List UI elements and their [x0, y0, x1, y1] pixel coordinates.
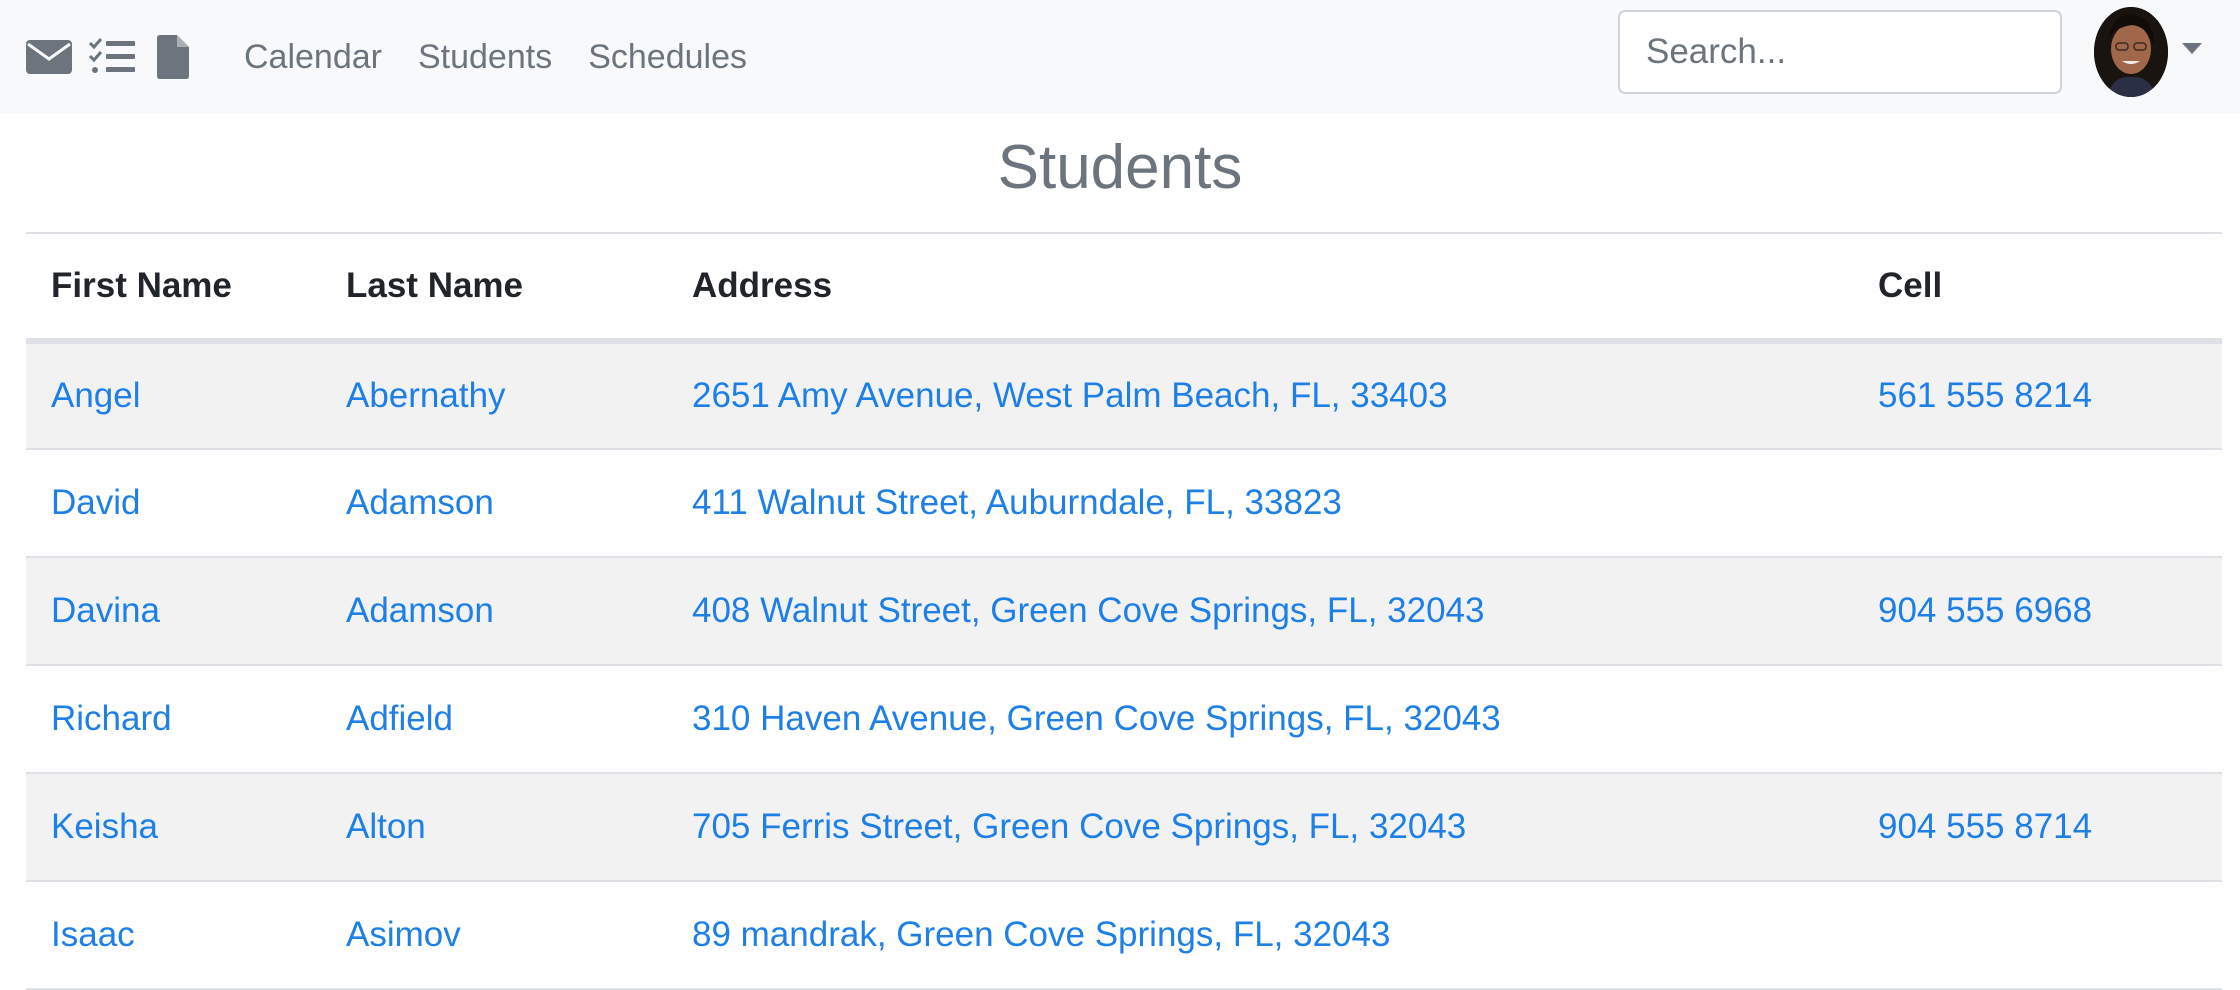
cell-last-name: Adamson [321, 557, 667, 665]
user-menu-toggle[interactable] [2094, 6, 2204, 98]
cell-first-name: Davina [26, 557, 321, 665]
student-first-name-link[interactable]: Davina [51, 591, 160, 630]
cell-last-name: Asimov [321, 881, 667, 989]
cell-address: 408 Walnut Street, Green Cove Springs, F… [667, 557, 1853, 665]
cell-address: 411 Walnut Street, Auburndale, FL, 33823 [667, 449, 1853, 557]
student-first-name-link[interactable]: Isaac [51, 915, 135, 954]
table-row: Richard Adfield 310 Haven Avenue, Green … [26, 665, 2222, 773]
nav-link-students[interactable]: Students [418, 40, 552, 74]
cell-cell-phone [1853, 665, 2222, 773]
student-address-link[interactable]: 310 Haven Avenue, Green Cove Springs, FL… [692, 699, 1501, 738]
student-last-name-link[interactable]: Asimov [346, 915, 461, 954]
table-row: David Adamson 411 Walnut Street, Auburnd… [26, 449, 2222, 557]
cell-last-name: Adfield [321, 665, 667, 773]
student-last-name-link[interactable]: Alton [346, 807, 426, 846]
checklist-icon[interactable] [88, 35, 136, 79]
user-avatar[interactable] [2094, 7, 2168, 97]
column-header-address: Address [667, 233, 1853, 344]
cell-cell-phone: 904 555 6968 [1853, 557, 2222, 665]
table-body: Angel Abernathy 2651 Amy Avenue, West Pa… [26, 341, 2222, 989]
student-first-name-link[interactable]: David [51, 483, 140, 522]
cell-cell-phone [1853, 449, 2222, 557]
cell-first-name: David [26, 449, 321, 557]
cell-last-name: Abernathy [321, 341, 667, 449]
student-last-name-link[interactable]: Adamson [346, 591, 494, 630]
student-first-name-link[interactable]: Angel [51, 376, 141, 415]
cell-first-name: Keisha [26, 773, 321, 881]
nav-link-calendar[interactable]: Calendar [244, 40, 382, 74]
table-row: Isaac Asimov 89 mandrak, Green Cove Spri… [26, 881, 2222, 989]
search-input[interactable] [1618, 10, 2062, 94]
student-address-link[interactable]: 89 mandrak, Green Cove Springs, FL, 3204… [692, 915, 1390, 954]
cell-first-name: Isaac [26, 881, 321, 989]
cell-first-name: Richard [26, 665, 321, 773]
cell-address: 2651 Amy Avenue, West Palm Beach, FL, 33… [667, 341, 1853, 449]
student-address-link[interactable]: 408 Walnut Street, Green Cove Springs, F… [692, 591, 1484, 630]
student-cell-link[interactable]: 904 555 8714 [1878, 807, 2092, 846]
student-address-link[interactable]: 411 Walnut Street, Auburndale, FL, 33823 [692, 483, 1342, 522]
cell-cell-phone [1853, 881, 2222, 989]
top-navbar: Calendar Students Schedules [0, 0, 2240, 114]
table-header-row: First Name Last Name Address Cell [26, 233, 2222, 344]
cell-cell-phone: 904 555 8714 [1853, 773, 2222, 881]
student-cell-link[interactable]: 561 555 8214 [1878, 376, 2092, 415]
cell-address: 705 Ferris Street, Green Cove Springs, F… [667, 773, 1853, 881]
student-last-name-link[interactable]: Abernathy [346, 376, 506, 415]
cell-last-name: Adamson [321, 449, 667, 557]
document-icon[interactable] [156, 34, 190, 80]
nav-icon-group [26, 34, 190, 80]
student-first-name-link[interactable]: Keisha [51, 807, 158, 846]
table-row: Angel Abernathy 2651 Amy Avenue, West Pa… [26, 341, 2222, 449]
nav-link-schedules[interactable]: Schedules [588, 40, 747, 74]
envelope-icon[interactable] [26, 37, 72, 77]
student-first-name-link[interactable]: Richard [51, 699, 172, 738]
cell-cell-phone: 561 555 8214 [1853, 341, 2222, 449]
cell-last-name: Alton [321, 773, 667, 881]
cell-address: 89 mandrak, Green Cove Springs, FL, 3204… [667, 881, 1853, 989]
column-header-first-name: First Name [26, 233, 321, 344]
students-table: First Name Last Name Address Cell Angel … [26, 232, 2222, 990]
table-row: Davina Adamson 408 Walnut Street, Green … [26, 557, 2222, 665]
student-last-name-link[interactable]: Adamson [346, 483, 494, 522]
student-address-link[interactable]: 2651 Amy Avenue, West Palm Beach, FL, 33… [692, 376, 1448, 415]
table-header: First Name Last Name Address Cell [26, 233, 2222, 344]
chevron-down-icon [2182, 42, 2202, 54]
student-cell-link[interactable]: 904 555 6968 [1878, 591, 2092, 630]
cell-first-name: Angel [26, 341, 321, 449]
column-header-cell: Cell [1853, 233, 2222, 344]
student-last-name-link[interactable]: Adfield [346, 699, 453, 738]
cell-address: 310 Haven Avenue, Green Cove Springs, FL… [667, 665, 1853, 773]
students-table-container: First Name Last Name Address Cell Angel … [26, 232, 2222, 990]
table-row: Keisha Alton 705 Ferris Street, Green Co… [26, 773, 2222, 881]
student-address-link[interactable]: 705 Ferris Street, Green Cove Springs, F… [692, 807, 1466, 846]
column-header-last-name: Last Name [321, 233, 667, 344]
nav-links: Calendar Students Schedules [244, 40, 783, 74]
page-title: Students [997, 133, 1243, 202]
